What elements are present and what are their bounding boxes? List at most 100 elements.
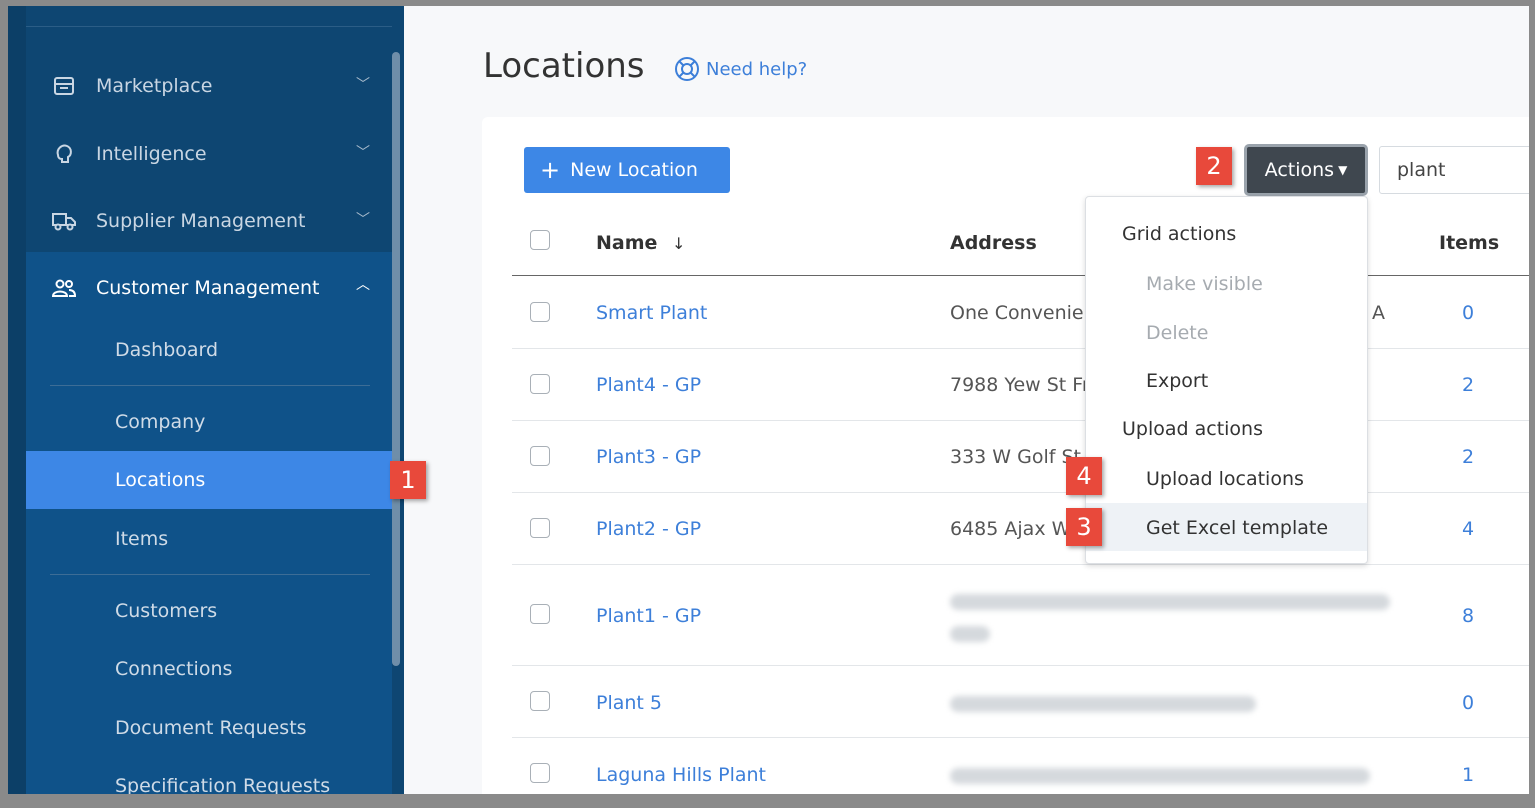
sidebar-item-label: Items: [115, 528, 169, 550]
step-badge-1: 1: [390, 461, 426, 499]
plus-icon: +: [540, 156, 561, 184]
menu-item-delete[interactable]: Delete: [1146, 322, 1208, 344]
items-count-link[interactable]: 1: [1448, 764, 1488, 786]
nav-customer-label: Customer Management: [96, 277, 320, 299]
app-window: Marketplace ﹀ Intelligence ﹀ Supplier Ma…: [8, 6, 1529, 794]
row-divider: [512, 564, 1529, 565]
menu-header-grid-actions: Grid actions: [1122, 223, 1237, 245]
items-count-link[interactable]: 0: [1448, 302, 1488, 324]
location-address: 7988 Yew St Fr: [950, 374, 1090, 396]
sidebar-item-label: Locations: [115, 469, 206, 491]
row-divider: [512, 737, 1529, 738]
sidebar-item-label: Company: [115, 411, 206, 433]
users-icon: [52, 276, 76, 300]
row-checkbox[interactable]: [530, 604, 550, 624]
sidebar-item-specification-requests[interactable]: Specification Requests: [26, 757, 392, 794]
items-count-link[interactable]: 4: [1448, 518, 1488, 540]
sidebar-edge: [8, 6, 26, 794]
items-count-link[interactable]: 2: [1448, 374, 1488, 396]
chevron-down-icon: ﹀: [356, 145, 370, 161]
sidebar-separator: [50, 385, 370, 386]
location-name-link[interactable]: Plant2 - GP: [596, 518, 701, 540]
lifebuoy-icon: [674, 56, 700, 82]
items-count-link[interactable]: 0: [1448, 692, 1488, 714]
row-checkbox[interactable]: [530, 302, 550, 322]
new-location-button[interactable]: + New Location: [524, 147, 730, 193]
nav-supplier-label: Supplier Management: [96, 210, 306, 232]
row-divider: [512, 665, 1529, 666]
menu-item-upload-locations[interactable]: Upload locations: [1146, 468, 1304, 490]
nav-intelligence[interactable]: Intelligence ﹀: [26, 124, 392, 184]
sidebar-item-connections[interactable]: Connections: [26, 640, 392, 698]
redacted-address: [950, 768, 1370, 784]
sidebar-divider: [26, 26, 392, 27]
row-divider: [512, 420, 1529, 421]
items-count-link[interactable]: 2: [1448, 446, 1488, 468]
nav-marketplace[interactable]: Marketplace ﹀: [26, 56, 392, 116]
column-header-name[interactable]: Name ↓: [596, 232, 685, 254]
sidebar-item-dashboard[interactable]: Dashboard: [26, 321, 392, 379]
sidebar-item-company[interactable]: Company: [26, 393, 392, 451]
column-header-address[interactable]: Address: [950, 232, 1037, 254]
location-name-link[interactable]: Plant3 - GP: [596, 446, 701, 468]
nav-customer-management[interactable]: Customer Management ︿: [26, 258, 392, 318]
sort-arrow-icon: ↓: [672, 234, 686, 253]
redacted-address: [950, 696, 1256, 712]
row-checkbox[interactable]: [530, 518, 550, 538]
sidebar-item-document-requests[interactable]: Document Requests: [26, 699, 392, 757]
need-help-link[interactable]: Need help?: [674, 56, 807, 82]
sidebar-item-customers[interactable]: Customers: [26, 582, 392, 640]
truck-icon: [52, 209, 76, 233]
items-count-link[interactable]: 8: [1448, 605, 1488, 627]
row-checkbox[interactable]: [530, 763, 550, 783]
sidebar-item-items[interactable]: Items: [26, 510, 392, 568]
step-badge-4: 4: [1066, 457, 1102, 495]
location-address: One Convenie: [950, 302, 1084, 324]
location-address: 333 W Golf St: [950, 446, 1081, 468]
row-checkbox[interactable]: [530, 374, 550, 394]
store-icon: [52, 74, 76, 98]
brain-icon: [52, 142, 76, 166]
sidebar-item-label: Specification Requests: [115, 775, 331, 794]
row-divider: [512, 348, 1529, 349]
row-checkbox[interactable]: [530, 691, 550, 711]
nav-marketplace-label: Marketplace: [96, 75, 213, 97]
location-address: 6485 Ajax W: [950, 518, 1071, 540]
column-header-items[interactable]: Items: [1439, 232, 1499, 254]
row-checkbox[interactable]: [530, 446, 550, 466]
redacted-address: [950, 594, 1390, 610]
header-divider: [512, 275, 1529, 276]
sidebar-item-locations[interactable]: Locations: [26, 451, 392, 509]
search-input[interactable]: plant: [1379, 146, 1529, 194]
select-all-checkbox[interactable]: [530, 230, 550, 250]
chevron-down-icon: ﹀: [356, 212, 370, 228]
location-name-link[interactable]: Laguna Hills Plant: [596, 764, 766, 786]
sidebar: Marketplace ﹀ Intelligence ﹀ Supplier Ma…: [8, 6, 404, 794]
location-name-link[interactable]: Plant1 - GP: [596, 605, 701, 627]
chevron-down-icon: ﹀: [356, 77, 370, 93]
chevron-up-icon: ︿: [356, 277, 370, 293]
sidebar-item-label: Dashboard: [115, 339, 219, 361]
menu-item-make-visible[interactable]: Make visible: [1146, 273, 1263, 295]
sidebar-separator: [50, 574, 370, 575]
actions-dropdown-menu: Grid actions Make visible Delete Export …: [1085, 196, 1368, 564]
menu-item-get-excel-template[interactable]: Get Excel template: [1146, 517, 1328, 539]
nav-supplier-management[interactable]: Supplier Management ﹀: [26, 191, 392, 251]
column-header-label: Name: [596, 232, 658, 254]
new-location-label: New Location: [570, 159, 698, 181]
row-divider: [512, 492, 1529, 493]
sidebar-item-label: Document Requests: [115, 717, 307, 739]
sidebar-item-label: Customers: [115, 600, 218, 622]
location-name-link[interactable]: Plant4 - GP: [596, 374, 701, 396]
sidebar-item-label: Connections: [115, 658, 233, 680]
actions-button[interactable]: Actions ▼: [1244, 144, 1368, 196]
step-badge-3: 3: [1066, 508, 1102, 546]
location-address-tail: A: [1372, 302, 1385, 324]
location-name-link[interactable]: Plant 5: [596, 692, 662, 714]
menu-item-export[interactable]: Export: [1146, 370, 1208, 392]
step-badge-2: 2: [1196, 147, 1232, 185]
location-name-link[interactable]: Smart Plant: [596, 302, 707, 324]
sidebar-scrollbar[interactable]: [392, 52, 400, 666]
menu-header-upload-actions: Upload actions: [1122, 418, 1263, 440]
nav-intelligence-label: Intelligence: [96, 143, 207, 165]
